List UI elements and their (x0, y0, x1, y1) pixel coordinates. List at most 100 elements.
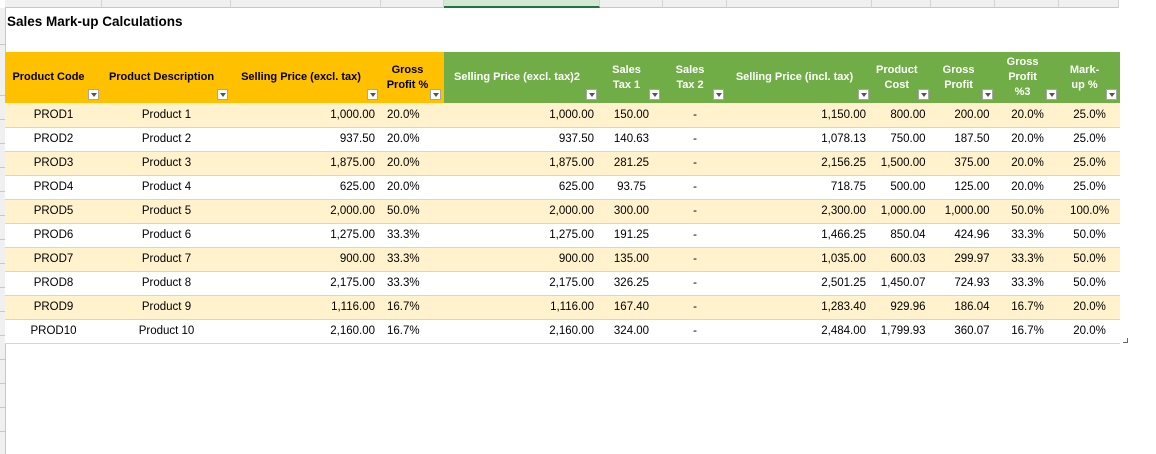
filter-dropdown-icon[interactable] (217, 89, 228, 100)
table-cell[interactable]: 1,116.00 (231, 295, 381, 320)
filter-dropdown-icon[interactable] (713, 89, 724, 100)
table-cell[interactable]: - (663, 223, 727, 248)
table-resize-handle[interactable] (1123, 338, 1128, 343)
table-cell[interactable]: 25.0% (1059, 103, 1120, 128)
filter-dropdown-icon[interactable] (858, 89, 869, 100)
filter-dropdown-icon[interactable] (88, 89, 99, 100)
table-cell[interactable]: 20.0% (995, 175, 1060, 200)
column-header-a[interactable]: A (5, 0, 102, 8)
table-cell[interactable]: Product 10 (102, 319, 231, 344)
table-cell[interactable]: 326.25 (600, 271, 663, 296)
filter-dropdown-icon[interactable] (586, 89, 597, 100)
table-cell[interactable]: 33.3% (381, 271, 444, 296)
table-cell[interactable]: 25.0% (1059, 127, 1120, 152)
table-cell[interactable]: PROD2 (5, 127, 102, 152)
table-cell[interactable]: 16.7% (381, 319, 444, 344)
table-cell[interactable]: 2,300.00 (727, 199, 872, 224)
table-cell[interactable]: 1,875.00 (231, 151, 381, 176)
table-cell[interactable]: 25.0% (1059, 175, 1120, 200)
table-cell[interactable]: 724.93 (931, 271, 996, 296)
table-cell[interactable]: 135.00 (600, 247, 663, 272)
table-cell[interactable]: 33.3% (995, 271, 1060, 296)
table-cell[interactable]: 324.00 (600, 319, 663, 344)
table-cell[interactable]: 1,035.00 (727, 247, 872, 272)
column-header-f[interactable]: F (600, 0, 663, 8)
table-cell[interactable]: - (663, 151, 727, 176)
table-cell[interactable]: 33.3% (381, 247, 444, 272)
table-cell[interactable]: 33.3% (381, 223, 444, 248)
column-header-i[interactable]: I (872, 0, 931, 8)
table-cell[interactable]: 50.0% (1059, 247, 1120, 272)
table-cell[interactable]: 937.50 (444, 127, 600, 152)
table-cell[interactable]: 33.3% (995, 223, 1060, 248)
table-cell[interactable]: 1,500.00 (872, 151, 932, 176)
table-cell[interactable]: 1,150.00 (727, 103, 872, 128)
table-cell[interactable]: 1,275.00 (231, 223, 381, 248)
table-cell[interactable]: 20.0% (381, 103, 444, 128)
filter-dropdown-icon[interactable] (1045, 89, 1057, 100)
table-cell[interactable]: Product 2 (102, 127, 231, 152)
table-cell[interactable]: 16.7% (995, 319, 1060, 344)
table-cell[interactable]: 1,799.93 (872, 319, 932, 344)
table-cell[interactable]: 360.07 (931, 319, 996, 344)
table-cell[interactable]: 1,116.00 (444, 295, 600, 320)
table-cell[interactable]: 2,000.00 (231, 199, 381, 224)
table-cell[interactable]: 187.50 (931, 127, 996, 152)
table-cell[interactable]: Product 3 (102, 151, 231, 176)
table-cell[interactable]: - (663, 199, 727, 224)
filter-dropdown-icon[interactable] (917, 89, 929, 100)
table-cell[interactable]: 1,450.07 (872, 271, 932, 296)
table-cell[interactable]: Product 5 (102, 199, 231, 224)
table-cell[interactable]: 125.00 (931, 175, 996, 200)
table-cell[interactable]: PROD8 (5, 271, 102, 296)
table-cell[interactable]: 929.96 (872, 295, 932, 320)
table-cell[interactable]: 2,160.00 (231, 319, 381, 344)
table-cell[interactable]: - (663, 127, 727, 152)
table-cell[interactable]: 20.0% (381, 127, 444, 152)
table-cell[interactable]: 186.04 (931, 295, 996, 320)
column-header-l[interactable]: L (1059, 0, 1119, 8)
table-cell[interactable]: 50.0% (381, 199, 444, 224)
table-cell[interactable]: 100.0% (1059, 199, 1120, 224)
table-cell[interactable]: 16.7% (995, 295, 1060, 320)
table-cell[interactable]: 20.0% (995, 103, 1060, 128)
table-cell[interactable]: PROD4 (5, 175, 102, 200)
table-cell[interactable]: 140.63 (600, 127, 663, 152)
table-cell[interactable]: 25.0% (1059, 151, 1120, 176)
filter-dropdown-icon[interactable] (1105, 89, 1117, 100)
table-cell[interactable]: 2,484.00 (727, 319, 872, 344)
table-cell[interactable]: 718.75 (727, 175, 872, 200)
table-cell[interactable]: 2,501.25 (727, 271, 872, 296)
table-cell[interactable]: Product 4 (102, 175, 231, 200)
column-header-h[interactable]: H (727, 0, 872, 8)
table-cell[interactable]: - (663, 319, 727, 344)
table-cell[interactable]: - (663, 103, 727, 128)
table-cell[interactable]: 200.00 (931, 103, 996, 128)
table-cell[interactable]: PROD3 (5, 151, 102, 176)
table-cell[interactable]: 2,175.00 (231, 271, 381, 296)
column-header-d[interactable]: D (381, 0, 444, 8)
filter-dropdown-icon[interactable] (649, 89, 660, 100)
table-cell[interactable]: Product 9 (102, 295, 231, 320)
table-cell[interactable]: 1,283.40 (727, 295, 872, 320)
table-cell[interactable]: 2,160.00 (444, 319, 600, 344)
table-cell[interactable]: 299.97 (931, 247, 996, 272)
table-cell[interactable]: 2,000.00 (444, 199, 600, 224)
table-cell[interactable]: 20.0% (1059, 295, 1120, 320)
table-cell[interactable]: PROD10 (5, 319, 102, 344)
table-cell[interactable]: 1,000.00 (931, 199, 996, 224)
table-cell[interactable]: 93.75 (600, 175, 663, 200)
table-cell[interactable]: 1,466.25 (727, 223, 872, 248)
table-cell[interactable]: 50.0% (1059, 271, 1120, 296)
column-header-e[interactable]: E (444, 0, 600, 8)
table-cell[interactable]: 1,275.00 (444, 223, 600, 248)
table-cell[interactable]: 750.00 (872, 127, 932, 152)
table-cell[interactable]: Product 8 (102, 271, 231, 296)
table-cell[interactable]: 424.96 (931, 223, 996, 248)
table-cell[interactable]: 500.00 (872, 175, 932, 200)
table-cell[interactable]: 20.0% (995, 127, 1060, 152)
table-cell[interactable]: 281.25 (600, 151, 663, 176)
table-cell[interactable]: 20.0% (1059, 319, 1120, 344)
filter-dropdown-icon[interactable] (367, 89, 378, 100)
table-cell[interactable]: 800.00 (872, 103, 932, 128)
